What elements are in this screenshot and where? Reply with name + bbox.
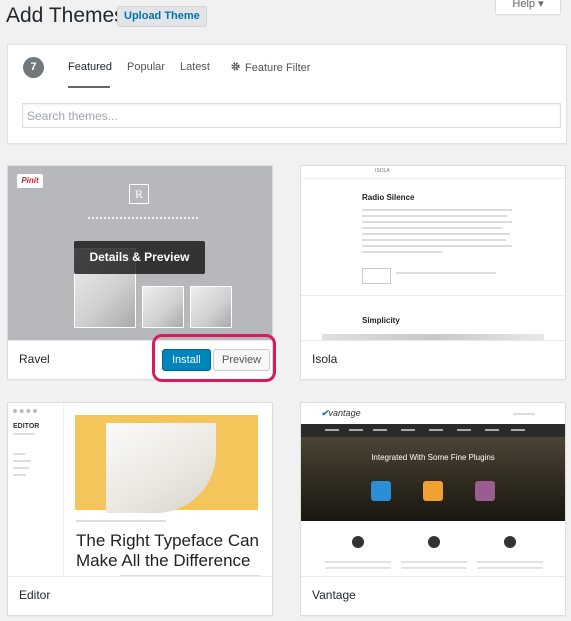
text-line <box>477 561 543 563</box>
vantage-header: ✔vantage <box>301 403 565 424</box>
theme-name: Vantage <box>312 588 356 602</box>
theme-filter-bar: 7 Featured Popular Latest Feature Filter <box>7 44 567 144</box>
feature-icon <box>428 536 440 548</box>
woocommerce-icon <box>475 481 495 501</box>
theme-count-badge: 7 <box>23 57 44 78</box>
theme-screenshot[interactable]: EDITOR The Right Typeface Can Make All th… <box>8 403 272 579</box>
text-line <box>362 233 510 235</box>
text-line <box>401 567 467 569</box>
ravel-logo: R <box>129 184 149 204</box>
theme-card-footer: Vantage <box>301 576 565 615</box>
theme-card-footer: Editor <box>8 576 272 615</box>
text-line <box>13 474 26 476</box>
theme-name: Isola <box>312 352 338 366</box>
help-tab[interactable]: Help ▾ <box>495 0 561 15</box>
text-line <box>362 245 512 247</box>
tab-feature-filter[interactable]: Feature Filter <box>230 61 310 74</box>
isola-button <box>362 268 391 284</box>
text-line <box>513 413 535 415</box>
feature-icon <box>352 536 364 548</box>
tab-popular[interactable]: Popular <box>127 61 165 73</box>
vantage-nav <box>301 424 565 437</box>
isola-topbar: ISOLA <box>301 166 565 179</box>
tab-featured[interactable]: Featured <box>68 61 112 73</box>
text-line <box>13 453 25 455</box>
theme-screenshot[interactable]: ✔vantage Integrated With Some Fine Plugi… <box>301 403 565 579</box>
text-line <box>396 272 496 274</box>
meta-slider-icon <box>423 481 443 501</box>
theme-screenshot[interactable]: Pinit R Details & Preview <box>8 166 272 341</box>
text-line <box>477 567 543 569</box>
text-line <box>362 251 442 253</box>
isola-heading: Simplicity <box>362 316 400 325</box>
theme-screenshot[interactable]: ISOLA Radio Silence Simplicity <box>301 166 565 341</box>
theme-card-vantage[interactable]: ✔vantage Integrated With Some Fine Plugi… <box>300 402 566 616</box>
gear-icon <box>231 62 240 71</box>
page-builder-icon <box>371 481 391 501</box>
page-title: Add Themes <box>6 4 125 27</box>
editor-dots <box>13 409 37 413</box>
text-line <box>401 561 467 563</box>
vantage-hero <box>301 437 565 521</box>
ravel-image <box>142 286 184 328</box>
theme-card-isola[interactable]: ISOLA Radio Silence Simplicity Isola <box>300 165 566 380</box>
editor-logo: EDITOR <box>13 423 40 430</box>
install-highlight-annotation <box>152 334 276 382</box>
feature-icon <box>504 536 516 548</box>
text-line <box>362 227 502 229</box>
text-line <box>325 561 391 563</box>
text-line <box>325 567 391 569</box>
editor-headline: The Right Typeface Can Make All the Diffe… <box>76 531 260 570</box>
vantage-hero-title: Integrated With Some Fine Plugins <box>371 453 495 462</box>
text-line <box>13 433 35 435</box>
theme-name: Ravel <box>19 352 50 366</box>
tab-latest[interactable]: Latest <box>180 61 210 73</box>
theme-card-footer: Isola <box>301 340 565 379</box>
divider <box>301 295 565 296</box>
feature-filter-label: Feature Filter <box>245 62 311 74</box>
search-themes-input[interactable] <box>22 103 561 128</box>
details-preview-button[interactable]: Details & Preview <box>74 241 205 274</box>
text-line <box>76 520 166 522</box>
theme-name: Editor <box>19 588 51 602</box>
active-tab-indicator <box>68 86 110 88</box>
vantage-logo: ✔vantage <box>321 408 361 418</box>
pinit-badge: Pinit <box>17 174 43 188</box>
text-line <box>362 221 512 223</box>
upload-theme-button[interactable]: Upload Theme <box>117 6 207 27</box>
ravel-image <box>190 286 232 328</box>
text-line <box>362 215 507 217</box>
theme-card-editor[interactable]: EDITOR The Right Typeface Can Make All th… <box>7 402 273 616</box>
text-line <box>13 460 31 462</box>
text-line <box>362 209 512 211</box>
ravel-nav <box>88 217 198 219</box>
text-line <box>13 467 29 469</box>
editor-sidebar: EDITOR <box>8 403 64 579</box>
isola-heading: Radio Silence <box>362 193 415 202</box>
text-line <box>362 239 506 241</box>
